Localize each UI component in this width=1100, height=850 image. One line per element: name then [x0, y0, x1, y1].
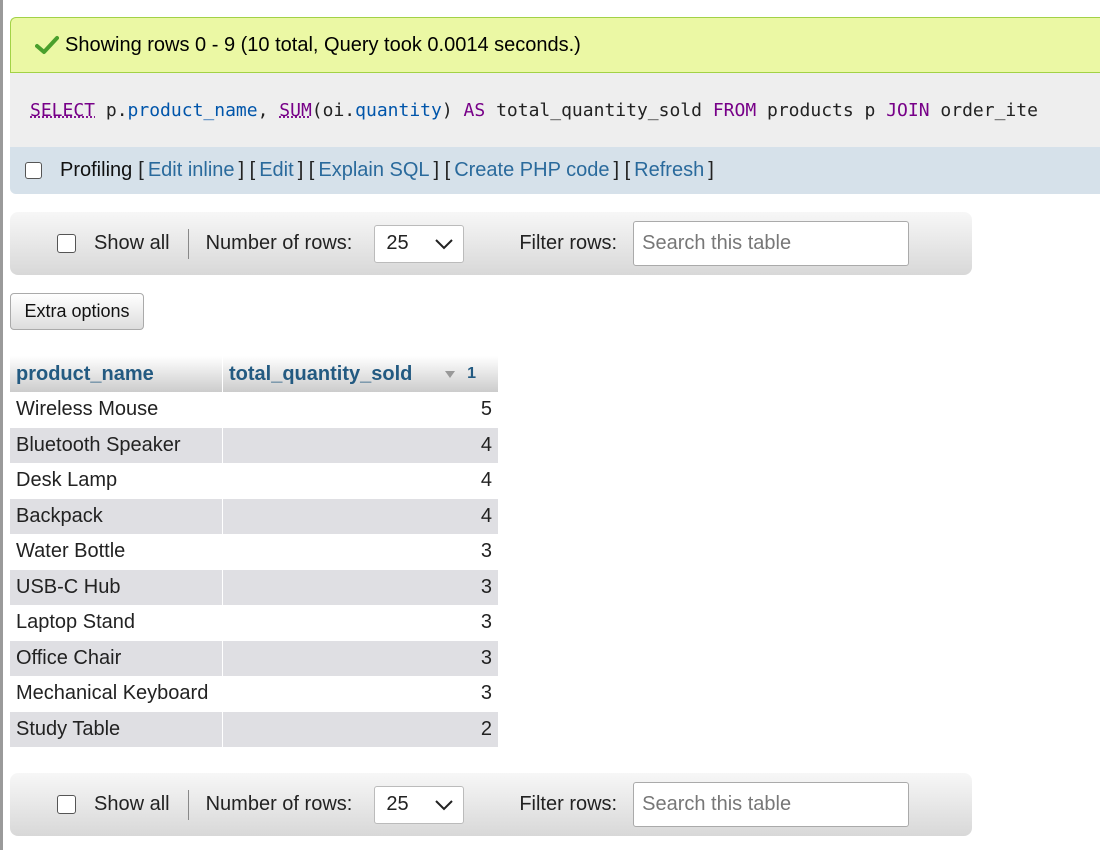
sql-token: product_name	[127, 99, 258, 121]
table-row: Backpack 4	[10, 498, 498, 534]
cell-product-name: Mechanical Keyboard	[10, 676, 223, 712]
cell-product-name: Water Bottle	[10, 534, 223, 570]
create-php-code-link[interactable]: Create PHP code	[454, 159, 609, 182]
sql-token: SUM	[279, 99, 312, 121]
sql-token: total_quantity_sold	[485, 99, 713, 121]
cell-total-quantity-sold: 3	[223, 640, 498, 676]
sql-token: )	[441, 99, 464, 121]
cell-total-quantity-sold: 3	[223, 676, 498, 712]
rows-per-page-select[interactable]: 25	[374, 224, 465, 263]
cell-product-name: Laptop Stand	[10, 605, 223, 641]
column-header-total-quantity-sold[interactable]: total_quantity_sold 1	[223, 356, 498, 392]
table-row: Laptop Stand 3	[10, 605, 498, 641]
search-table-input[interactable]	[633, 782, 910, 827]
explain-sql-link[interactable]: Explain SQL	[318, 159, 429, 182]
refresh-link[interactable]: Refresh	[634, 159, 704, 182]
table-row: Office Chair 3	[10, 640, 498, 676]
cell-total-quantity-sold: 4	[223, 427, 498, 463]
sql-token: JOIN	[886, 99, 930, 121]
divider	[187, 228, 189, 259]
window-edge	[0, 0, 3, 850]
cell-total-quantity-sold: 4	[223, 463, 498, 499]
table-row: Mechanical Keyboard 3	[10, 676, 498, 712]
sql-token: SELECT	[30, 99, 96, 121]
show-all-checkbox[interactable]	[57, 795, 76, 814]
filter-rows-label: Filter rows:	[519, 232, 618, 254]
edit-link[interactable]: Edit	[259, 159, 293, 182]
rows-per-page-select[interactable]: 25	[374, 785, 465, 824]
sql-query[interactable]: SELECT p. product_name, SUM (oi. quantity) …	[10, 73, 1100, 147]
rows-per-page-value: 25	[386, 232, 409, 254]
cell-total-quantity-sold: 4	[223, 498, 498, 534]
extra-options-button[interactable]: Extra options	[10, 293, 144, 330]
cell-product-name: Study Table	[10, 711, 223, 747]
cell-product-name: Desk Lamp	[10, 463, 223, 499]
edit-inline-link[interactable]: Edit inline	[148, 159, 235, 182]
success-message: Showing rows 0 - 9 (10 total, Query took…	[10, 17, 1100, 73]
checkmark-icon	[35, 35, 59, 55]
table-row: Wireless Mouse 5	[10, 392, 498, 428]
navigation-bar-top: Show all Number of rows: 25 Filter rows:	[10, 212, 972, 275]
cell-total-quantity-sold: 3	[223, 534, 498, 570]
cell-product-name: Office Chair	[10, 640, 223, 676]
sql-token: p.	[95, 99, 128, 121]
chevron-down-icon	[435, 238, 454, 249]
sort-descending-icon	[445, 370, 456, 378]
profiling-label: Profiling	[60, 159, 133, 181]
table-row: Study Table 2	[10, 711, 498, 747]
filter-rows-label: Filter rows:	[519, 793, 618, 815]
profiling-checkbox[interactable]	[25, 162, 42, 179]
sql-token: (oi.	[311, 99, 356, 121]
cell-product-name: USB-C Hub	[10, 569, 223, 605]
cell-product-name: Backpack	[10, 498, 223, 534]
cell-total-quantity-sold: 3	[223, 569, 498, 605]
cell-total-quantity-sold: 5	[223, 392, 498, 428]
cell-product-name: Wireless Mouse	[10, 392, 223, 428]
cell-total-quantity-sold: 3	[223, 605, 498, 641]
number-of-rows-label: Number of rows:	[205, 232, 353, 254]
navigation-bar-bottom: Show all Number of rows: 25 Filter rows:	[10, 773, 972, 836]
table-row: USB-C Hub 3	[10, 569, 498, 605]
cell-total-quantity-sold: 2	[223, 711, 498, 747]
show-all-label: Show all	[94, 232, 170, 254]
sql-token: AS	[463, 99, 486, 121]
column-header-product-name[interactable]: product_name	[10, 356, 223, 392]
results-table: product_name total_quantity_sold 1 Wirel…	[10, 356, 498, 747]
show-all-checkbox[interactable]	[57, 234, 76, 253]
chevron-down-icon	[435, 799, 454, 810]
divider	[187, 789, 189, 820]
table-row: Bluetooth Speaker 4	[10, 427, 498, 463]
cell-product-name: Bluetooth Speaker	[10, 427, 223, 463]
sql-token: order_ite	[929, 99, 1038, 121]
table-row: Desk Lamp 4	[10, 463, 498, 499]
number-of-rows-label: Number of rows:	[205, 793, 353, 815]
search-table-input[interactable]	[633, 221, 910, 266]
sql-token: products p	[756, 99, 887, 121]
rows-per-page-value: 25	[386, 793, 409, 815]
sql-token: quantity	[355, 99, 442, 121]
profiling-bar: Profiling [Edit inline] [Edit] [Explain …	[10, 147, 1100, 194]
sql-token: FROM	[712, 99, 757, 121]
show-all-label: Show all	[94, 793, 170, 815]
success-text: Showing rows 0 - 9 (10 total, Query took…	[65, 33, 581, 56]
sort-indicator: 1	[445, 365, 492, 383]
table-row: Water Bottle 3	[10, 534, 498, 570]
sql-token: ,	[257, 99, 280, 121]
